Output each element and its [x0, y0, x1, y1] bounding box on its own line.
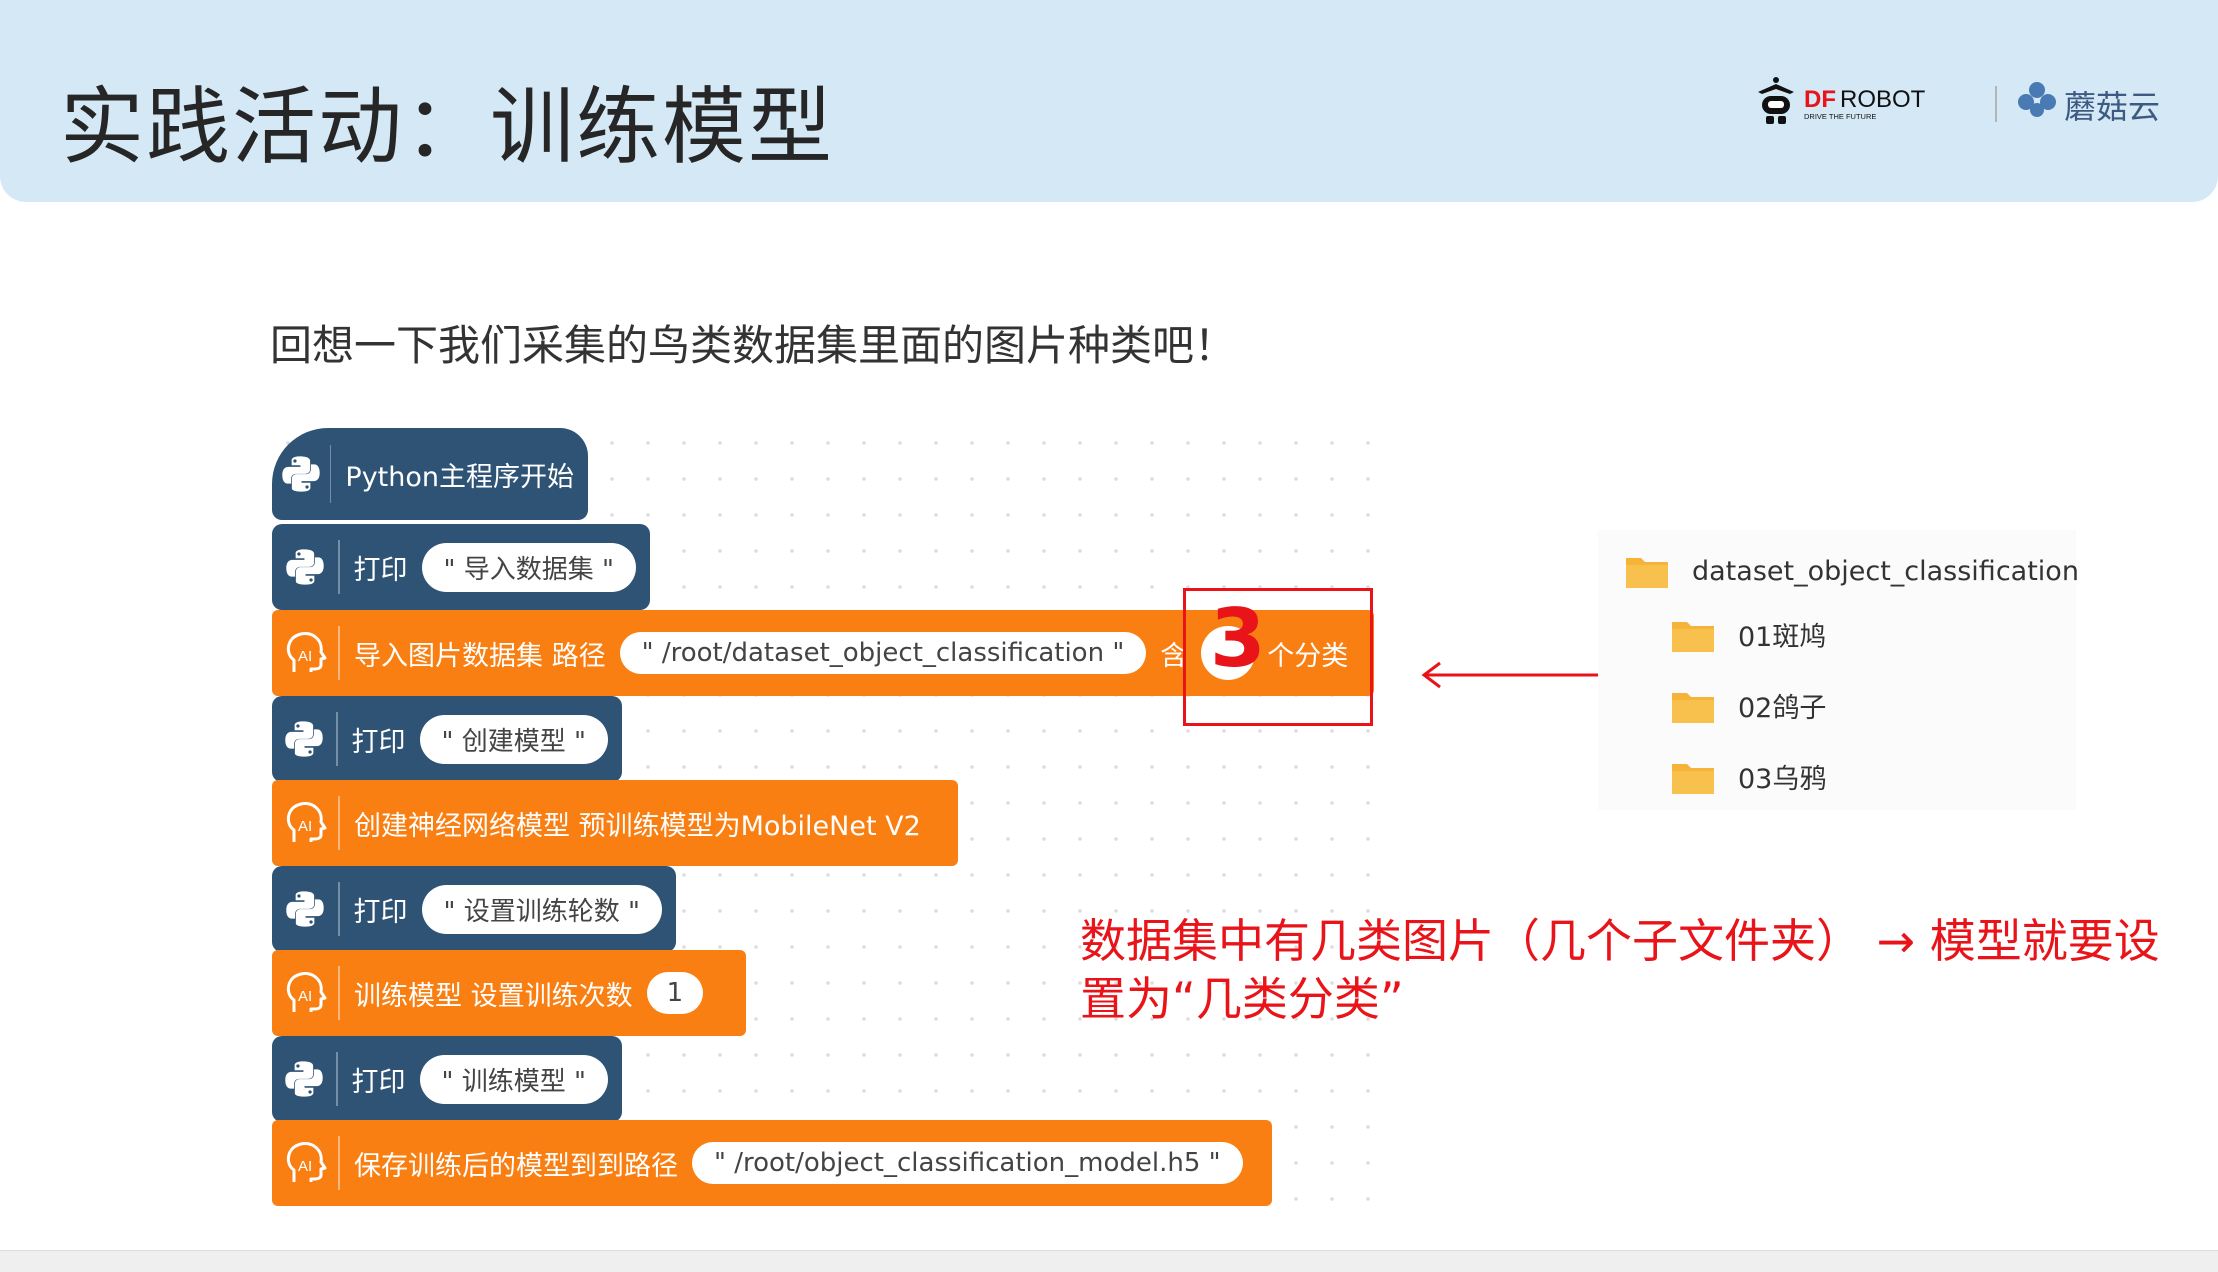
svg-text:AI: AI	[298, 818, 312, 835]
block-label: 打印	[351, 726, 406, 758]
svg-text:ROBOT: ROBOT	[1840, 86, 1926, 113]
folder-name: dataset_object_classification	[1692, 555, 2079, 587]
python-icon	[272, 524, 338, 610]
folder-icon	[1672, 692, 1714, 723]
folder-root[interactable]: dataset_object_classification	[1624, 552, 2079, 590]
folder-icon	[1626, 558, 1668, 588]
create-model-block[interactable]: AI 创建神经网络模型 预训练模型为MobileNet V2	[272, 780, 958, 866]
ai-head-icon: AI	[272, 610, 338, 696]
page-title: 实践活动：训练模型	[60, 78, 835, 176]
folder-icon	[1672, 621, 1714, 652]
python-icon	[272, 866, 338, 952]
save-model-block[interactable]: AI 保存训练后的模型到到路径 " /root/object_classific…	[272, 1120, 1272, 1206]
svg-text:DF: DF	[1804, 86, 1836, 113]
folder-name: 03乌鸦	[1738, 764, 1827, 795]
string-input[interactable]: " 创建模型 "	[419, 714, 608, 764]
logo-separator	[1995, 86, 1997, 122]
svg-text:AI: AI	[298, 648, 312, 665]
bottom-bar	[0, 1250, 2218, 1272]
folder-name: 02鸽子	[1738, 693, 1827, 724]
svg-text:AI: AI	[298, 1158, 312, 1175]
print-block[interactable]: 打印 " 设置训练轮数 "	[272, 866, 676, 952]
block-label: 保存训练后的模型到到路径	[354, 1150, 678, 1182]
epochs-input[interactable]: 1	[646, 972, 704, 1014]
train-model-block[interactable]: AI 训练模型 设置训练次数 1	[272, 950, 746, 1036]
annotation-note: 数据集中有几类图片（几个子文件夹） → 模型就要设置为“几类分类”	[1080, 914, 2160, 1026]
block-label: 创建神经网络模型 预训练模型为MobileNet V2	[354, 810, 921, 842]
block-label: 打印	[351, 1066, 406, 1098]
folder-item[interactable]: 02鸽子	[1670, 686, 1826, 725]
python-icon	[272, 1036, 336, 1122]
block-label: 导入图片数据集 路径	[354, 640, 606, 672]
svg-text:DRIVE THE FUTURE: DRIVE THE FUTURE	[1804, 112, 1876, 121]
dfrobot-logo: DF ROBOT DRIVE THE FUTURE	[1758, 77, 1926, 124]
block-label: 打印	[353, 896, 408, 928]
print-block[interactable]: 打印 " 训练模型 "	[272, 1036, 622, 1122]
left-arrow-icon	[1421, 661, 1598, 689]
svg-text:AI: AI	[298, 988, 312, 1005]
print-block[interactable]: 打印 " 导入数据集 "	[272, 524, 650, 610]
block-label: 打印	[353, 554, 408, 586]
mushroom-cloud-logo: 蘑菇云	[2018, 80, 2160, 126]
ai-head-icon: AI	[272, 780, 338, 866]
python-main-start-block[interactable]: Python主程序开始	[272, 428, 588, 520]
mushroom-cloud-icon	[2018, 82, 2056, 117]
string-input[interactable]: " 导入数据集 "	[421, 542, 636, 592]
block-label: 训练模型 设置训练次数	[354, 980, 633, 1012]
folder-name: 01斑鸠	[1738, 622, 1827, 653]
folder-icon	[1672, 763, 1714, 794]
python-icon	[272, 428, 330, 520]
subtitle: 回想一下我们采集的鸟类数据集里面的图片种类吧！	[270, 321, 1237, 370]
folder-item[interactable]: 03乌鸦	[1670, 757, 1826, 796]
string-input[interactable]: " 设置训练轮数 "	[421, 884, 662, 934]
ai-head-icon: AI	[272, 1120, 338, 1206]
folder-item[interactable]: 01斑鸠	[1670, 615, 1826, 654]
category-count-annotation: 3	[1210, 592, 1266, 685]
python-icon	[272, 696, 336, 782]
title-banner: 实践活动：训练模型 DF ROBOT DRIVE THE FUTURE 蘑菇云	[0, 0, 2218, 202]
print-block[interactable]: 打印 " 创建模型 "	[272, 696, 622, 782]
path-input[interactable]: " /root/object_classification_model.h5 "	[692, 1142, 1243, 1184]
string-input[interactable]: " 训练模型 "	[419, 1054, 608, 1104]
ai-head-icon: AI	[272, 950, 338, 1036]
path-input[interactable]: " /root/dataset_object_classification "	[619, 632, 1147, 674]
block-label: Python主程序开始	[345, 461, 574, 493]
